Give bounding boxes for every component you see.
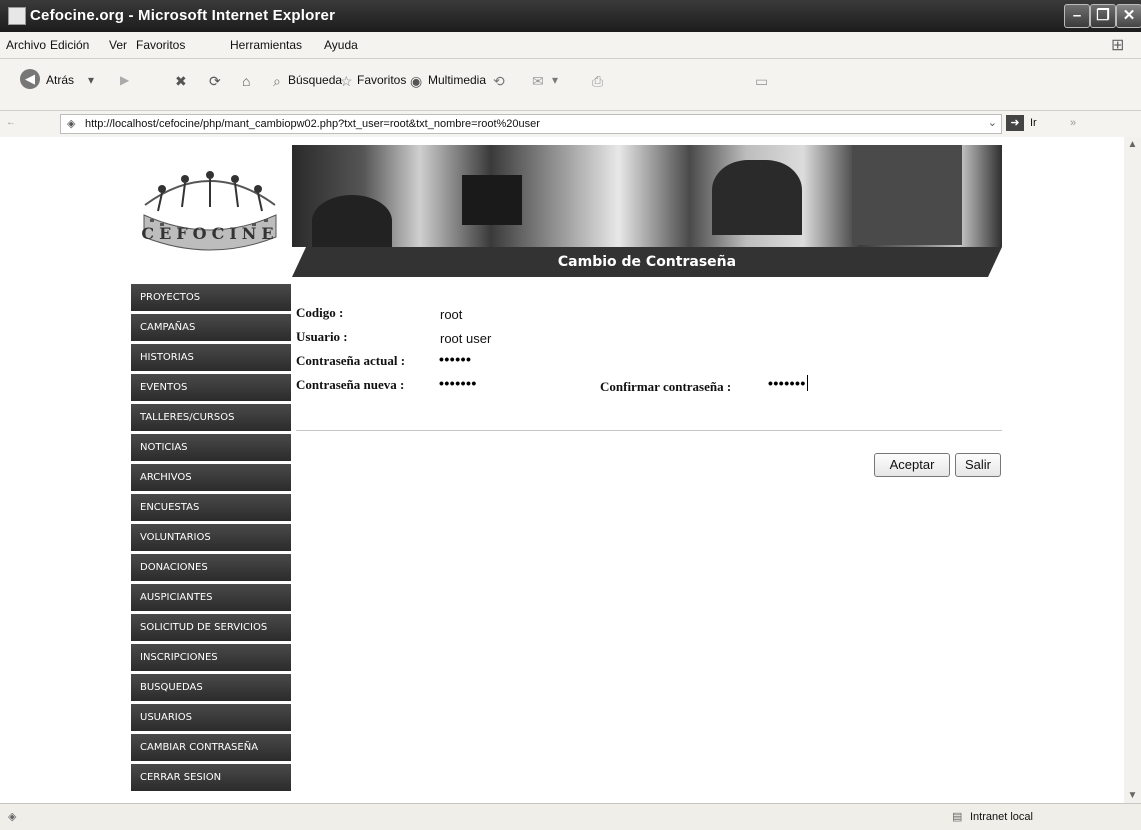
current-password-field[interactable]: •••••• bbox=[439, 351, 471, 367]
vertical-scrollbar[interactable]: ▲ ▼ bbox=[1124, 137, 1141, 803]
sidebar-menu: PROYECTOS CAMPAÑAS HISTORIAS EVENTOS TAL… bbox=[131, 284, 291, 794]
multimedia-icon[interactable]: ◉ bbox=[410, 73, 422, 90]
codigo-label: Codigo : bbox=[296, 305, 344, 320]
cefocine-logo: CEFOCINE bbox=[140, 167, 280, 257]
toolbar: ◀ Atrás ▾ ▶ ✖ ⟳ ⌂ ⌕ Búsqueda ☆ Favoritos… bbox=[0, 58, 1141, 111]
new-password-field[interactable]: ••••••• bbox=[439, 375, 477, 391]
ie-app-icon bbox=[8, 7, 26, 25]
nav-cambiar-contrasena[interactable]: CAMBIAR CONTRASEÑA bbox=[131, 734, 291, 761]
print-icon[interactable]: ⎙ bbox=[592, 73, 603, 90]
nav-busquedas[interactable]: BUSQUEDAS bbox=[131, 674, 291, 701]
menu-herramientas[interactable]: Herramientas bbox=[230, 38, 302, 52]
menu-favoritos[interactable]: Favoritos bbox=[136, 38, 185, 52]
nav-donaciones[interactable]: DONACIONES bbox=[131, 554, 291, 581]
logo-text: CEFOCINE bbox=[141, 224, 279, 243]
page-title: Cambio de Contraseña bbox=[557, 254, 737, 270]
menu-archivo[interactable]: Archivo bbox=[6, 38, 46, 52]
windows-logo-icon: ⊞ bbox=[1111, 37, 1125, 54]
nav-archivos[interactable]: ARCHIVOS bbox=[131, 464, 291, 491]
search-button[interactable]: Búsqueda bbox=[288, 73, 342, 87]
go-button[interactable]: Ir bbox=[1030, 117, 1037, 129]
links-chevron-icon[interactable]: » bbox=[1070, 117, 1076, 129]
go-arrow-icon[interactable]: ➜ bbox=[1006, 115, 1024, 131]
scroll-up-icon[interactable]: ▲ bbox=[1124, 139, 1141, 150]
address-dropdown-icon[interactable]: ⌄ bbox=[988, 116, 997, 129]
page-content: CEFOCINE Cambio de Contraseña PROYECTOS … bbox=[0, 137, 1124, 803]
confirm-password-label: Confirmar contraseña : bbox=[600, 379, 732, 394]
scroll-down-icon[interactable]: ▼ bbox=[1124, 790, 1141, 801]
nav-talleres-cursos[interactable]: TALLERES/CURSOS bbox=[131, 404, 291, 431]
exit-button[interactable]: Salir bbox=[955, 453, 1001, 477]
history-icon[interactable]: ⟲ bbox=[493, 73, 505, 90]
usuario-label: Usuario : bbox=[296, 329, 348, 344]
menu-edicion[interactable]: Edición bbox=[50, 38, 89, 52]
home-icon[interactable]: ⌂ bbox=[242, 73, 250, 89]
confirm-password-field[interactable]: ••••••• bbox=[768, 375, 808, 391]
nav-voluntarios[interactable]: VOLUNTARIOS bbox=[131, 524, 291, 551]
refresh-icon[interactable]: ⟳ bbox=[209, 73, 221, 90]
usuario-value: root user bbox=[440, 331, 492, 346]
maximize-button[interactable]: ❐ bbox=[1090, 4, 1116, 28]
nav-proyectos[interactable]: PROYECTOS bbox=[131, 284, 291, 311]
status-bar: ◈ ▤ Intranet local bbox=[0, 803, 1141, 830]
menu-ayuda[interactable]: Ayuda bbox=[324, 38, 358, 52]
title-bar: Cefocine.org - Microsoft Internet Explor… bbox=[0, 0, 1141, 32]
address-bar: ← ◈ http://localhost/cefocine/php/mant_c… bbox=[0, 110, 1141, 138]
stop-icon[interactable]: ✖ bbox=[175, 73, 187, 90]
menu-bar: Archivo Edición Ver Favoritos Herramient… bbox=[0, 32, 1141, 58]
close-button[interactable]: ✕ bbox=[1116, 4, 1141, 28]
page-status-icon: ◈ bbox=[8, 811, 17, 823]
multimedia-button[interactable]: Multimedia bbox=[428, 73, 486, 87]
back-arrow-icon[interactable]: ◀ bbox=[20, 69, 40, 89]
window-title: Cefocine.org - Microsoft Internet Explor… bbox=[30, 7, 336, 24]
nav-cerrar-sesion[interactable]: CERRAR SESION bbox=[131, 764, 291, 791]
menu-ver[interactable]: Ver bbox=[109, 38, 127, 52]
mail-dropdown-icon[interactable]: ▾ bbox=[552, 73, 558, 87]
favorites-star-icon[interactable]: ☆ bbox=[340, 73, 353, 90]
messenger-icon[interactable]: ▭ bbox=[755, 73, 768, 90]
intranet-zone-icon: ▤ bbox=[952, 811, 963, 823]
nav-inscripciones[interactable]: INSCRIPCIONES bbox=[131, 644, 291, 671]
security-zone: Intranet local bbox=[970, 811, 1033, 823]
address-url: http://localhost/cefocine/php/mant_cambi… bbox=[85, 118, 540, 130]
nav-campanas[interactable]: CAMPAÑAS bbox=[131, 314, 291, 341]
mail-icon[interactable]: ✉ bbox=[532, 73, 544, 90]
form-divider bbox=[296, 430, 1002, 431]
address-label: ← bbox=[6, 117, 16, 128]
nav-eventos[interactable]: EVENTOS bbox=[131, 374, 291, 401]
nav-historias[interactable]: HISTORIAS bbox=[131, 344, 291, 371]
nav-solicitud-servicios[interactable]: SOLICITUD DE SERVICIOS bbox=[131, 614, 291, 641]
nav-encuestas[interactable]: ENCUESTAS bbox=[131, 494, 291, 521]
accept-button[interactable]: Aceptar bbox=[874, 453, 950, 477]
minimize-button[interactable]: – bbox=[1064, 4, 1090, 28]
new-password-label: Contraseña nueva : bbox=[296, 377, 405, 392]
codigo-value: root bbox=[440, 307, 463, 322]
nav-auspiciantes[interactable]: AUSPICIANTES bbox=[131, 584, 291, 611]
header-photo-banner bbox=[292, 145, 1002, 247]
address-input[interactable]: ◈ http://localhost/cefocine/php/mant_cam… bbox=[60, 114, 1002, 134]
back-button[interactable]: Atrás bbox=[46, 73, 74, 87]
favorites-button[interactable]: Favoritos bbox=[357, 73, 406, 87]
back-dropdown-icon[interactable]: ▾ bbox=[88, 73, 94, 87]
page-icon: ◈ bbox=[67, 118, 76, 130]
search-icon[interactable]: ⌕ bbox=[273, 73, 281, 90]
forward-icon[interactable]: ▶ bbox=[120, 73, 129, 87]
section-title-bar: Cambio de Contraseña bbox=[292, 247, 1002, 277]
nav-usuarios[interactable]: USUARIOS bbox=[131, 704, 291, 731]
current-password-label: Contraseña actual : bbox=[296, 353, 406, 368]
nav-noticias[interactable]: NOTICIAS bbox=[131, 434, 291, 461]
